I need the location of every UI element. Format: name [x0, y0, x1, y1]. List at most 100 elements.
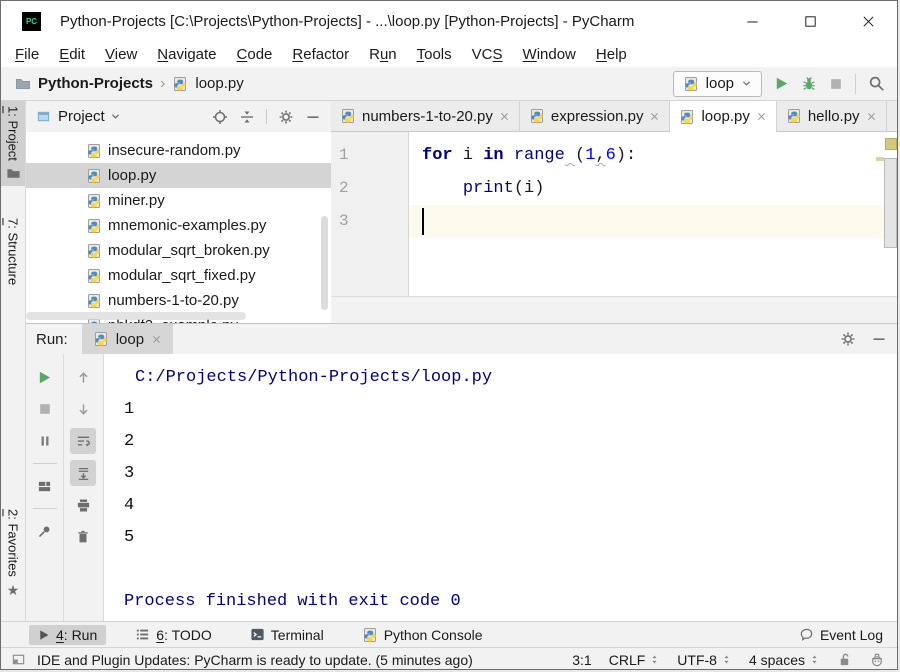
line-ending-widget[interactable]: CRLF — [609, 652, 661, 668]
tab-numbers-1-to-20[interactable]: numbers-1-to-20.py — [331, 101, 520, 131]
stripe-button-project[interactable]: 1: Project — [1, 101, 25, 186]
warning-stripe-mark[interactable] — [876, 157, 884, 161]
stop-button[interactable] — [829, 77, 843, 91]
tree-item[interactable]: insecure-random.py — [26, 138, 331, 163]
menu-file[interactable]: File — [5, 46, 49, 63]
event-log-button[interactable]: Event Log — [799, 627, 883, 643]
breadcrumb-project[interactable]: Python-Projects — [38, 75, 153, 92]
tab-label: loop.py — [701, 108, 749, 125]
maximize-button[interactable] — [781, 1, 839, 41]
locate-file-button[interactable] — [212, 109, 228, 125]
stop-button[interactable] — [32, 396, 58, 422]
run-button[interactable] — [774, 76, 789, 91]
tree-item[interactable]: modular_sqrt_broken.py — [26, 238, 331, 263]
menu-code[interactable]: Code — [227, 46, 283, 63]
run-panel-body: C:/Projects/Python-Projects/loop.py 1 2 … — [26, 354, 898, 621]
editor-scrollbar[interactable] — [884, 158, 897, 248]
python-file-icon — [93, 331, 109, 347]
inspections-profile-icon[interactable] — [869, 652, 885, 668]
python-console-icon — [362, 627, 378, 643]
terminal-icon — [250, 627, 265, 642]
scroll-to-end-button[interactable] — [70, 460, 96, 486]
close-tab-icon[interactable] — [866, 111, 877, 122]
inspection-status-marker[interactable] — [885, 138, 897, 150]
gear-icon[interactable] — [840, 331, 856, 347]
editor-body[interactable]: 1 2 3 for i in range (1,6): print(i) — [331, 132, 898, 296]
tree-vertical-scrollbar[interactable] — [321, 216, 328, 310]
print-button[interactable] — [70, 492, 96, 518]
menu-run[interactable]: Run — [359, 46, 407, 63]
run-toolwindow-icon — [38, 629, 50, 641]
menu-refactor[interactable]: Refactor — [282, 46, 359, 63]
collapse-all-button[interactable] — [239, 109, 255, 125]
breadcrumb-file[interactable]: loop.py — [195, 75, 243, 92]
console-command-line[interactable]: C:/Projects/Python-Projects/loop.py — [124, 362, 898, 394]
pause-output-button[interactable] — [32, 428, 58, 454]
toolwindow-button-terminal[interactable]: Terminal — [241, 625, 333, 645]
stripe-label: 2: Favorites — [6, 509, 21, 577]
tree-item[interactable]: numbers-1-to-20.py — [26, 288, 331, 313]
todo-list-icon — [135, 627, 150, 642]
search-everywhere-button[interactable] — [868, 75, 885, 92]
down-stacktrace-button[interactable] — [70, 396, 96, 422]
close-tab-icon[interactable] — [649, 111, 660, 122]
close-tab-icon[interactable] — [756, 111, 767, 122]
hide-panel-button[interactable] — [871, 331, 887, 347]
menu-navigate[interactable]: Navigate — [147, 46, 226, 63]
tree-horizontal-scrollbar[interactable] — [26, 312, 246, 320]
rerun-button[interactable] — [32, 364, 58, 390]
maximize-icon — [803, 14, 818, 29]
menu-window[interactable]: Window — [513, 46, 586, 63]
menu-edit[interactable]: Edit — [49, 46, 95, 63]
toolwindow-button-python-console[interactable]: Python Console — [353, 625, 492, 645]
caret-position-widget[interactable]: 3:1 — [572, 652, 591, 668]
minimize-button[interactable] — [723, 1, 781, 41]
toolwindow-toggle-icon[interactable] — [11, 652, 26, 667]
tree-item-selected[interactable]: loop.py — [26, 163, 331, 188]
title-bar[interactable]: PC Python-Projects [C:\Projects\Python-P… — [1, 1, 897, 41]
soft-wrap-button[interactable] — [70, 428, 96, 454]
file-name: modular_sqrt_fixed.py — [108, 267, 256, 284]
printer-icon — [76, 498, 91, 513]
project-panel-title[interactable]: Project — [58, 108, 105, 125]
close-tab-icon[interactable] — [151, 334, 162, 345]
hide-panel-button[interactable] — [305, 109, 321, 125]
code-area[interactable]: for i in range (1,6): print(i) — [409, 132, 898, 296]
clear-all-button[interactable] — [70, 524, 96, 550]
encoding-widget[interactable]: UTF-8 — [677, 652, 732, 668]
chevron-down-icon[interactable] — [110, 111, 121, 122]
up-stacktrace-button[interactable] — [70, 364, 96, 390]
tree-item[interactable]: mnemonic-examples.py — [26, 213, 331, 238]
readonly-lock-icon[interactable] — [837, 652, 852, 667]
tree-item[interactable]: miner.py — [26, 188, 331, 213]
close-tab-icon[interactable] — [499, 111, 510, 122]
console-process-finished: Process finished with exit code 0 — [124, 586, 898, 618]
tab-expression[interactable]: expression.py — [520, 101, 671, 131]
close-button[interactable] — [839, 1, 897, 41]
toolwindow-label: Python Console — [384, 627, 483, 643]
tab-hello[interactable]: hello.py — [777, 101, 887, 131]
menu-help[interactable]: Help — [586, 46, 637, 63]
status-message[interactable]: IDE and Plugin Updates: PyCharm is ready… — [37, 652, 473, 668]
stripe-button-favorites[interactable]: 2: Favorites ★ — [1, 504, 25, 604]
indent-widget[interactable]: 4 spaces — [749, 652, 820, 668]
menu-vcs[interactable]: VCS — [462, 46, 513, 63]
editor-gutter[interactable]: 1 2 3 — [331, 132, 409, 296]
debug-button[interactable] — [801, 76, 817, 92]
run-configuration-select[interactable]: loop — [673, 71, 762, 97]
toolwindow-button-run[interactable]: 4: Run — [29, 625, 106, 645]
restore-layout-button[interactable] — [32, 473, 58, 499]
menu-tools[interactable]: Tools — [407, 46, 462, 63]
run-tab-loop[interactable]: loop — [82, 324, 173, 354]
pin-tab-button[interactable] — [32, 518, 58, 544]
file-name: modular_sqrt_broken.py — [108, 242, 270, 259]
toolwindow-button-todo[interactable]: 6: TODO — [126, 625, 221, 645]
gear-icon[interactable] — [278, 109, 294, 125]
tree-item[interactable]: modular_sqrt_fixed.py — [26, 263, 331, 288]
menu-view[interactable]: View — [95, 46, 147, 63]
python-file-icon — [529, 108, 545, 124]
stripe-button-structure[interactable]: 7: Structure — [1, 213, 25, 295]
tab-loop-active[interactable]: loop.py — [670, 101, 776, 132]
run-console[interactable]: C:/Projects/Python-Projects/loop.py 1 2 … — [104, 354, 898, 621]
python-file-icon — [683, 76, 699, 92]
